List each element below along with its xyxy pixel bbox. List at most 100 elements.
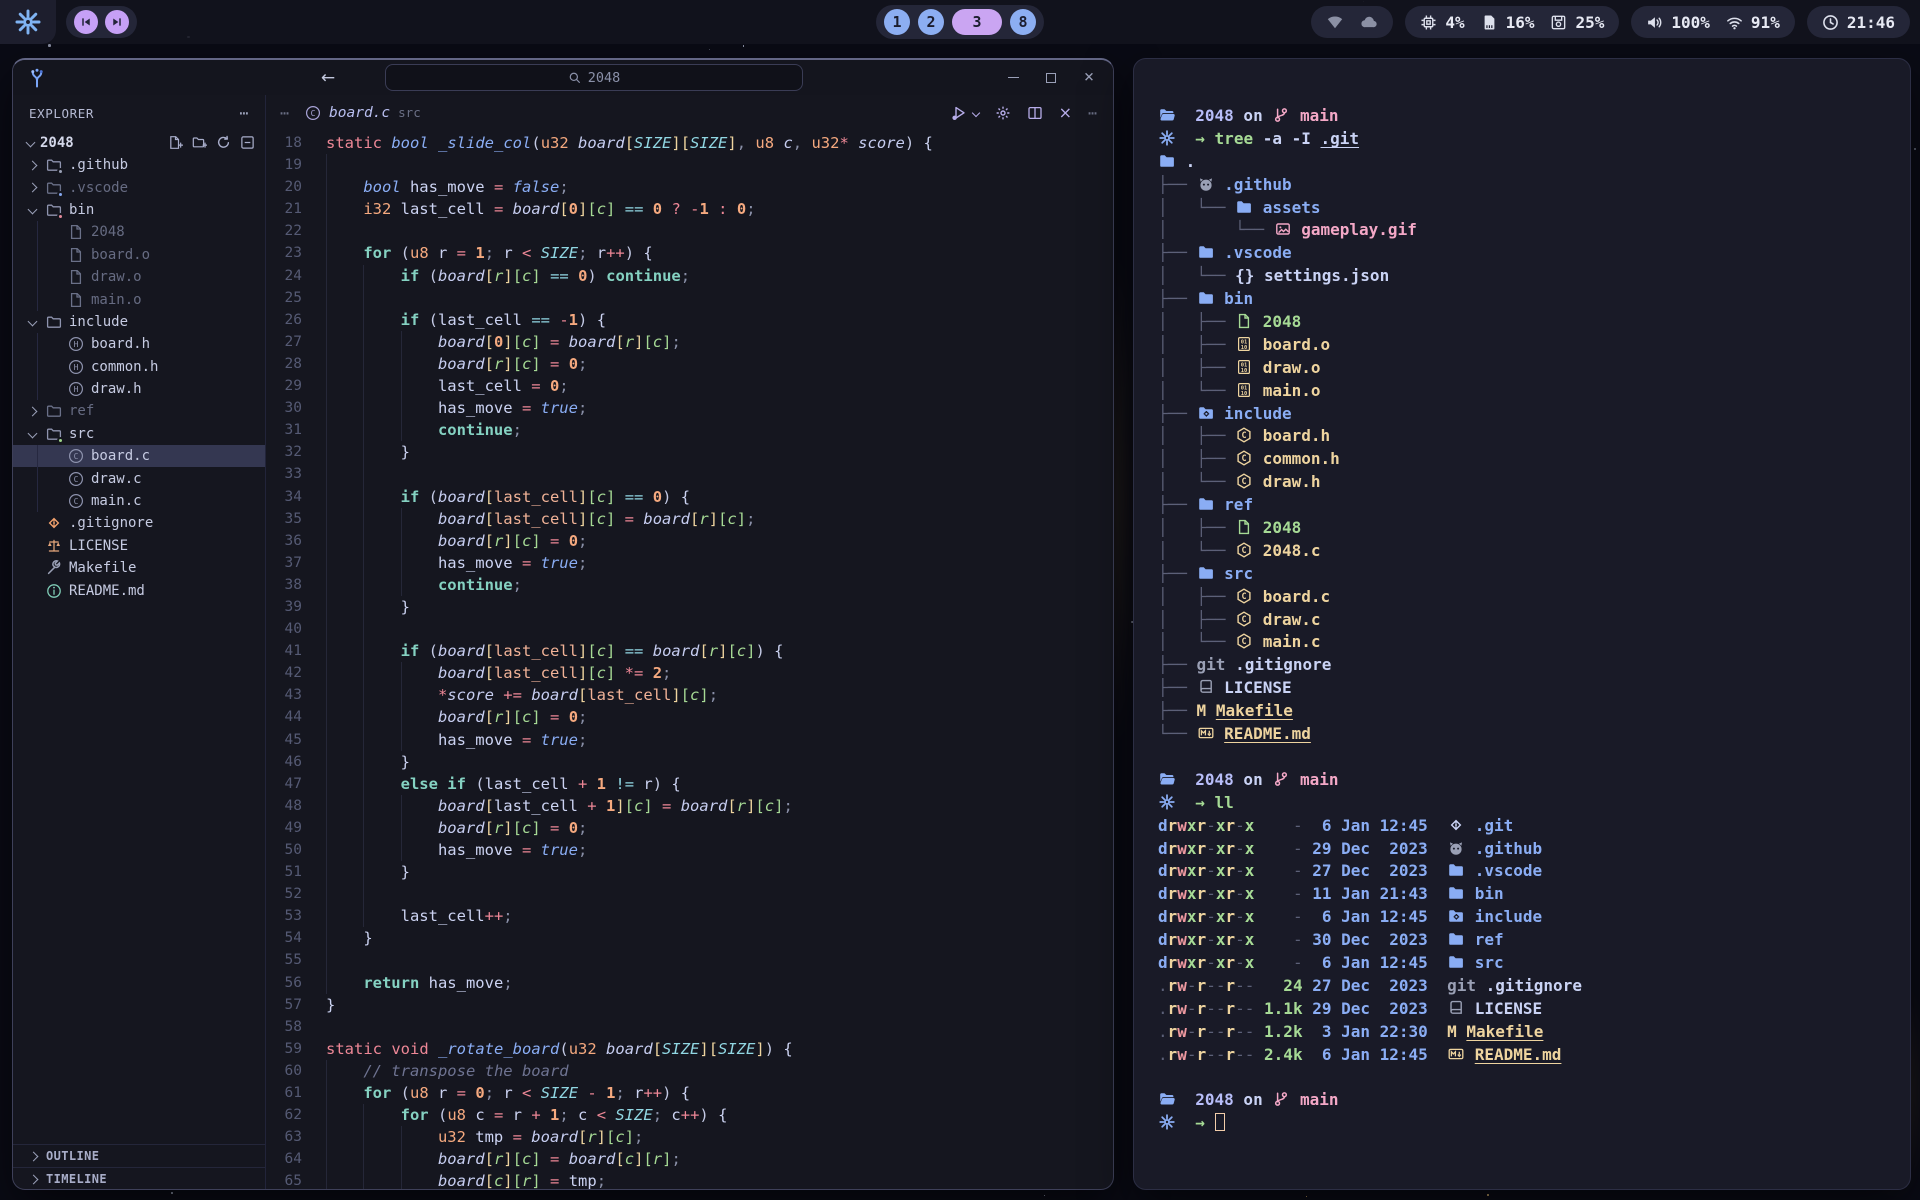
tab-board-c[interactable]: C board.c src [305,105,421,121]
code-line-35[interactable]: 35board[last_cell][c] = board[r][c]; [266,508,1113,530]
explorer-item-draw-o[interactable]: draw.o [13,266,265,288]
code-line-22[interactable]: 22 [266,220,1113,242]
wifi-stat[interactable]: 91% [1726,13,1780,32]
close-editor-icon[interactable]: × [1059,103,1072,122]
tab-more-icon[interactable]: ⋯ [280,104,289,122]
code-line-45[interactable]: 45has_move = true; [266,729,1113,751]
refresh-icon[interactable] [216,135,231,150]
tray-cloud-icon[interactable] [1360,13,1378,31]
code-line-24[interactable]: 24if (board[r][c] == 0) continue; [266,265,1113,287]
code-line-59[interactable]: 59static void _rotate_board(u32 board[SI… [266,1038,1113,1060]
workspace-3-active[interactable]: 3 [952,9,1002,35]
code-line-37[interactable]: 37has_move = true; [266,552,1113,574]
code-line-51[interactable]: 51} [266,861,1113,883]
code-line-52[interactable]: 52 [266,883,1113,905]
code-line-47[interactable]: 47else if (last_cell + 1 != r) { [266,773,1113,795]
volume-stat[interactable]: 100% [1646,13,1710,32]
code-line-34[interactable]: 34if (board[last_cell][c] == 0) { [266,486,1113,508]
explorer-item-2048[interactable]: 2048 [13,221,265,243]
code-line-57[interactable]: 57} [266,994,1113,1016]
nav-back-button[interactable]: ← [313,60,343,95]
explorer-item--vscode[interactable]: .vscode [13,176,265,198]
code-line-60[interactable]: 60// transpose the board [266,1060,1113,1082]
code-line-55[interactable]: 55 [266,949,1113,971]
launcher-button[interactable] [0,0,56,44]
code-line-41[interactable]: 41if (board[last_cell][c] == board[r][c]… [266,640,1113,662]
explorer-item-bin[interactable]: bin [13,199,265,221]
new-folder-icon[interactable] [192,135,207,150]
code-line-53[interactable]: 53last_cell++; [266,905,1113,927]
explorer-item-include[interactable]: include [13,311,265,333]
code-line-39[interactable]: 39} [266,596,1113,618]
code-editor[interactable]: 18static bool _slide_col(u32 board[SIZE]… [266,130,1113,1190]
explorer-item-draw-c[interactable]: Cdraw.c [13,467,265,489]
explorer-item-src[interactable]: src [13,423,265,445]
explorer-more-icon[interactable]: ⋯ [239,104,249,122]
code-line-48[interactable]: 48board[last_cell + 1][c] = board[r][c]; [266,795,1113,817]
code-line-49[interactable]: 49board[r][c] = 0; [266,817,1113,839]
maximize-button[interactable] [1043,70,1059,86]
code-line-40[interactable]: 40 [266,618,1113,640]
code-line-29[interactable]: 29last_cell = 0; [266,375,1113,397]
skip-back-button[interactable] [74,10,98,34]
skip-forward-button[interactable] [105,10,129,34]
code-line-18[interactable]: 18static bool _slide_col(u32 board[SIZE]… [266,132,1113,154]
explorer-item-board-o[interactable]: board.o [13,244,265,266]
outline-panel[interactable]: OUTLINE [13,1144,265,1167]
explorer-item-makefile[interactable]: Makefile [13,557,265,579]
explorer-item--gitignore[interactable]: .gitignore [13,512,265,534]
code-line-25[interactable]: 25 [266,287,1113,309]
code-line-44[interactable]: 44board[r][c] = 0; [266,706,1113,728]
code-line-38[interactable]: 38continue; [266,574,1113,596]
new-file-icon[interactable] [168,135,183,150]
workspace-1[interactable]: 1 [884,9,910,35]
code-line-28[interactable]: 28board[r][c] = 0; [266,353,1113,375]
explorer-item-board-h[interactable]: Hboard.h [13,333,265,355]
gear-icon[interactable] [995,105,1011,121]
code-line-63[interactable]: 63u32 tmp = board[r][c]; [266,1126,1113,1148]
explorer-item-draw-h[interactable]: Hdraw.h [13,378,265,400]
run-dropdown-icon[interactable] [971,108,979,116]
code-line-19[interactable]: 19 [266,154,1113,176]
run-debug-icon[interactable] [951,105,967,121]
code-line-31[interactable]: 31continue; [266,419,1113,441]
explorer-item-common-h[interactable]: Hcommon.h [13,356,265,378]
explorer-item-main-c[interactable]: Cmain.c [13,490,265,512]
explorer-item-main-o[interactable]: main.o [13,288,265,310]
code-line-61[interactable]: 61for (u8 r = 0; r < SIZE - 1; r++) { [266,1082,1113,1104]
code-line-54[interactable]: 54} [266,927,1113,949]
collapse-all-icon[interactable] [240,135,255,150]
code-line-46[interactable]: 46} [266,751,1113,773]
code-line-36[interactable]: 36board[r][c] = 0; [266,530,1113,552]
code-line-58[interactable]: 58 [266,1016,1113,1038]
close-button[interactable]: × [1081,70,1097,86]
explorer-item-readme-md[interactable]: README.md [13,579,265,601]
code-line-32[interactable]: 32} [266,441,1113,463]
code-line-65[interactable]: 65board[c][r] = tmp; [266,1170,1113,1190]
workspace-8[interactable]: 8 [1010,9,1036,35]
command-center-search[interactable]: 2048 [385,64,803,91]
code-line-20[interactable]: 20bool has_move = false; [266,176,1113,198]
explorer-item-ref[interactable]: ref [13,400,265,422]
code-line-26[interactable]: 26if (last_cell == -1) { [266,309,1113,331]
tray-wifi-icon[interactable] [1326,13,1344,31]
explorer-root-folder[interactable]: 2048 [13,131,265,154]
split-editor-icon[interactable] [1027,105,1043,121]
code-line-30[interactable]: 30has_move = true; [266,397,1113,419]
explorer-item--github[interactable]: .github [13,154,265,176]
workspace-2[interactable]: 2 [918,9,944,35]
terminal-window[interactable]: 2048 on main → tree -a -I .git .├── .git… [1133,58,1911,1190]
code-line-33[interactable]: 33 [266,463,1113,485]
code-line-21[interactable]: 21i32 last_cell = board[0][c] == 0 ? -1 … [266,198,1113,220]
code-line-43[interactable]: 43*score += board[last_cell][c]; [266,684,1113,706]
code-line-50[interactable]: 50has_move = true; [266,839,1113,861]
code-line-64[interactable]: 64board[r][c] = board[c][r]; [266,1148,1113,1170]
code-line-23[interactable]: 23for (u8 r = 1; r < SIZE; r++) { [266,242,1113,264]
explorer-item-board-c[interactable]: Cboard.c [13,445,265,467]
timeline-panel[interactable]: TIMELINE [13,1167,265,1190]
code-line-42[interactable]: 42board[last_cell][c] *= 2; [266,662,1113,684]
code-line-62[interactable]: 62for (u8 c = r + 1; c < SIZE; c++) { [266,1104,1113,1126]
code-line-27[interactable]: 27board[0][c] = board[r][c]; [266,331,1113,353]
editor-more-icon[interactable]: ⋯ [1088,104,1097,122]
minimize-button[interactable] [1005,70,1021,86]
